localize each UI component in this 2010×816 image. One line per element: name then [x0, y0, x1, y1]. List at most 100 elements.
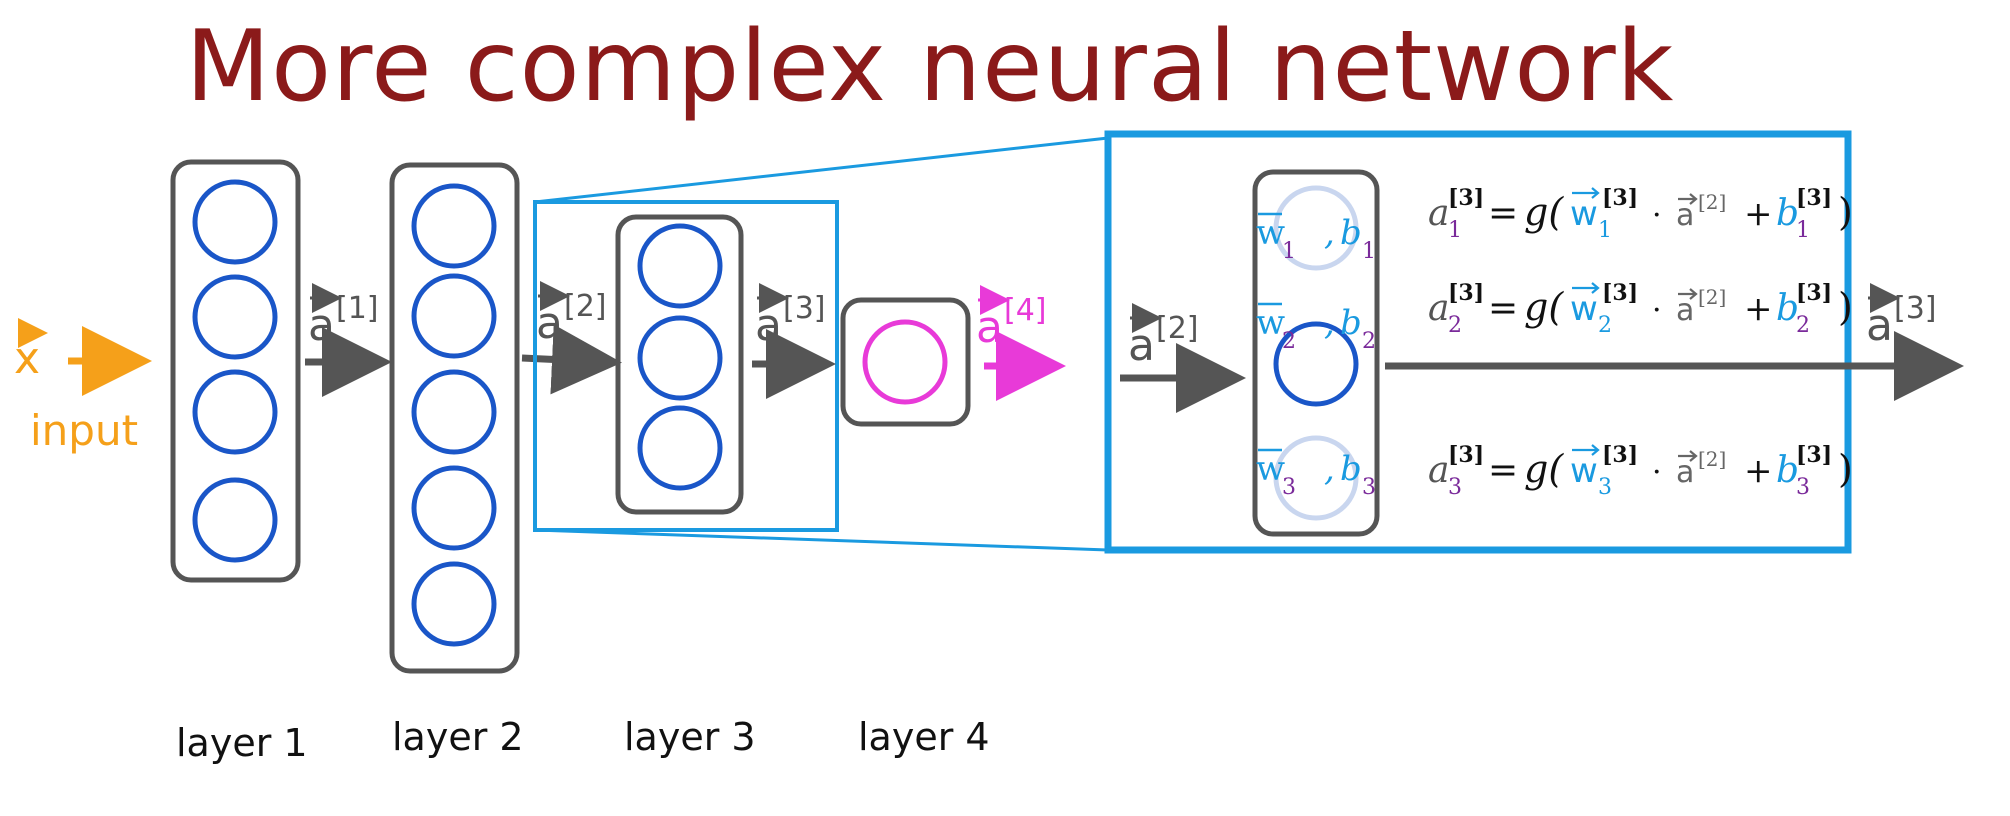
- eq-w-sup: [3]: [1602, 185, 1638, 211]
- layer-1: [170, 159, 301, 583]
- svg-text:2: 2: [1362, 329, 1376, 354]
- layer-label-3: layer 3: [624, 715, 756, 759]
- eq-dot: ·: [1652, 293, 1662, 328]
- neuron: [411, 183, 497, 269]
- eq-dot: ·: [1652, 198, 1662, 233]
- svg-text:a: a: [976, 302, 1003, 353]
- svg-text:2: 2: [1282, 329, 1296, 354]
- neuron: [637, 315, 723, 401]
- svg-text:1: 1: [1282, 239, 1296, 264]
- eq-close: ): [1838, 447, 1853, 491]
- eq-w: w: [1570, 451, 1598, 491]
- equations: a[3]1 = g(w 1[3] · a [2] + b1[3])a[3]2 = g(w 2[3] · a…: [1428, 185, 1853, 500]
- eq-lhs-sub: 1: [1448, 218, 1462, 243]
- layer-label-1: layer 1: [176, 721, 308, 765]
- svg-text:w: w: [1256, 303, 1285, 343]
- layer-4-box: [840, 297, 971, 427]
- zoom-output-activation: a [3]: [1866, 283, 1937, 351]
- svg-text:[2]: [2]: [564, 289, 607, 324]
- eq-b-sub: 3: [1796, 475, 1810, 500]
- neuron: [411, 561, 497, 647]
- svg-text:1: 1: [1362, 239, 1376, 264]
- svg-text:a: a: [1128, 320, 1155, 371]
- zoom-input-activation: a [2]: [1128, 303, 1199, 371]
- eq-a-sup: [2]: [1698, 285, 1726, 309]
- eq-plus: +: [1744, 289, 1773, 329]
- svg-text:a: a: [755, 300, 782, 351]
- eq-close: ): [1838, 190, 1853, 234]
- eq-close: ): [1838, 285, 1853, 329]
- neuron: [637, 223, 723, 309]
- neuron: [637, 405, 723, 491]
- layer-3-box: [615, 214, 744, 515]
- eq-w-sub: 2: [1598, 313, 1612, 338]
- eq-dot: ·: [1652, 455, 1662, 490]
- eq-a-sup: [2]: [1698, 190, 1726, 214]
- neuron: [192, 477, 278, 563]
- svg-text:w: w: [1256, 449, 1285, 489]
- eq-b-sub: 1: [1796, 218, 1810, 243]
- eq-g: g(: [1524, 190, 1564, 234]
- eq-equals: =: [1488, 288, 1518, 329]
- layer-4: [840, 297, 971, 427]
- zoom-line-bottom: [534, 528, 1109, 552]
- svg-text:[1]: [1]: [336, 291, 379, 326]
- eq-w-sup: [3]: [1602, 280, 1638, 306]
- eq-lhs-sup: [3]: [1448, 185, 1484, 211]
- svg-text:a: a: [1866, 300, 1893, 351]
- eq-a-sup: [2]: [1698, 447, 1726, 471]
- eq-w-sub: 1: [1598, 218, 1612, 243]
- svg-text:b: b: [1340, 303, 1362, 343]
- activation-a2: a [2]: [536, 281, 607, 349]
- unit-params-1: w 1 , b 1: [1256, 212, 1376, 264]
- eq-g: g(: [1524, 447, 1564, 491]
- input-x-label: x: [14, 333, 40, 384]
- svg-text:,: ,: [1324, 449, 1335, 489]
- svg-text:a: a: [536, 298, 563, 349]
- eq-b-sup: [3]: [1796, 280, 1832, 306]
- unit-params-2: w 2 , b 2: [1256, 302, 1376, 354]
- svg-text:,: ,: [1324, 213, 1335, 253]
- eq-lhs-sup: [3]: [1448, 442, 1484, 468]
- eq-w-sub: 3: [1598, 475, 1612, 500]
- svg-text:[4]: [4]: [1004, 293, 1047, 328]
- eq-w-sup: [3]: [1602, 442, 1638, 468]
- layer-3: [615, 214, 744, 515]
- eq-b-sup: [3]: [1796, 442, 1832, 468]
- svg-text:[2]: [2]: [1156, 311, 1199, 346]
- svg-text:3: 3: [1362, 475, 1376, 500]
- output-neuron: [862, 319, 948, 405]
- eq-lhs-sub: 2: [1448, 313, 1462, 338]
- input-vector: x: [14, 318, 48, 384]
- eq-equals: =: [1488, 450, 1518, 491]
- unit-params-3: w 3 , b 3: [1256, 448, 1376, 500]
- svg-text:b: b: [1340, 213, 1362, 253]
- layer-label-2: layer 2: [392, 715, 524, 759]
- eq-lhs: a: [1428, 288, 1449, 329]
- neuron: [411, 273, 497, 359]
- input-label: input: [30, 406, 138, 455]
- eq-lhs: a: [1428, 193, 1449, 234]
- eq-w: w: [1570, 194, 1598, 234]
- eq-equals: =: [1488, 193, 1518, 234]
- layer-label-4: layer 4: [858, 715, 990, 759]
- neuron: [411, 369, 497, 455]
- eq-lhs-sup: [3]: [1448, 280, 1484, 306]
- eq-plus: +: [1744, 451, 1773, 491]
- svg-text:w: w: [1256, 213, 1285, 253]
- svg-text:,: ,: [1324, 303, 1335, 343]
- svg-text:[3]: [3]: [1894, 291, 1937, 326]
- layer-2: [389, 162, 520, 674]
- zoom-line-top: [534, 136, 1109, 204]
- neuron: [192, 274, 278, 360]
- neuron: [192, 369, 278, 455]
- eq-w: w: [1570, 289, 1598, 329]
- svg-text:b: b: [1340, 449, 1362, 489]
- eq-plus: +: [1744, 194, 1773, 234]
- eq-lhs: a: [1428, 450, 1449, 491]
- neuron: [192, 179, 278, 265]
- svg-text:a: a: [308, 300, 335, 351]
- network-diagram: x input a [1] a [2] a [3] a [4] layer 1 …: [14, 130, 1964, 765]
- activation-a1: a [1]: [308, 283, 379, 351]
- neuron: [411, 465, 497, 551]
